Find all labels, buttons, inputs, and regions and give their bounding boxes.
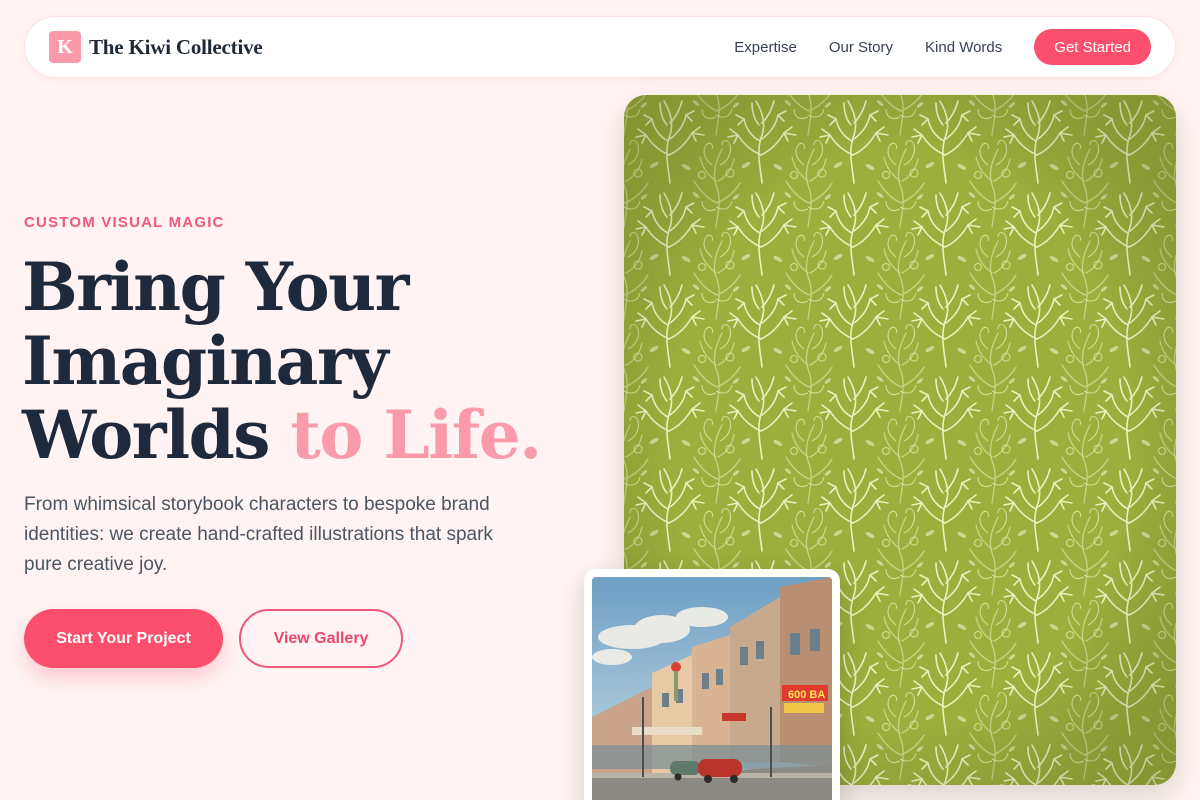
- hero-subtext: From whimsical storybook characters to b…: [24, 494, 493, 575]
- headline-line-2: Imaginary: [22, 322, 389, 400]
- nav-links: Expertise Our Story Kind Words Get Start…: [734, 29, 1151, 65]
- postcard-sign-text: 600 BA: [788, 689, 825, 701]
- vintage-postcard: 600 BA: [584, 569, 840, 800]
- headline-line-1: Bring Your: [22, 248, 409, 326]
- start-project-button[interactable]: Start Your Project: [24, 609, 223, 668]
- headline-accent: to Life.: [290, 396, 542, 474]
- hero-eyebrow: CUSTOM VISUAL MAGIC: [24, 214, 225, 231]
- get-started-button[interactable]: Get Started: [1034, 29, 1151, 65]
- hero-headline: Bring Your Imaginary Worlds to Life.: [22, 250, 582, 472]
- top-navigation: K The Kiwi Collective Expertise Our Stor…: [24, 16, 1176, 78]
- brand-name[interactable]: The Kiwi Collective: [89, 35, 263, 60]
- street-scene-illustration: 600 BA: [592, 577, 832, 800]
- headline-line-3: Worlds: [22, 396, 291, 474]
- nav-link-kind-words[interactable]: Kind Words: [925, 39, 1002, 56]
- postcard-image: 600 BA: [592, 577, 832, 800]
- view-gallery-button[interactable]: View Gallery: [239, 609, 403, 668]
- nav-link-expertise[interactable]: Expertise: [734, 39, 797, 56]
- nav-link-our-story[interactable]: Our Story: [829, 39, 893, 56]
- logo-mark[interactable]: K: [49, 31, 81, 63]
- landing-page: K The Kiwi Collective Expertise Our Stor…: [0, 0, 1200, 800]
